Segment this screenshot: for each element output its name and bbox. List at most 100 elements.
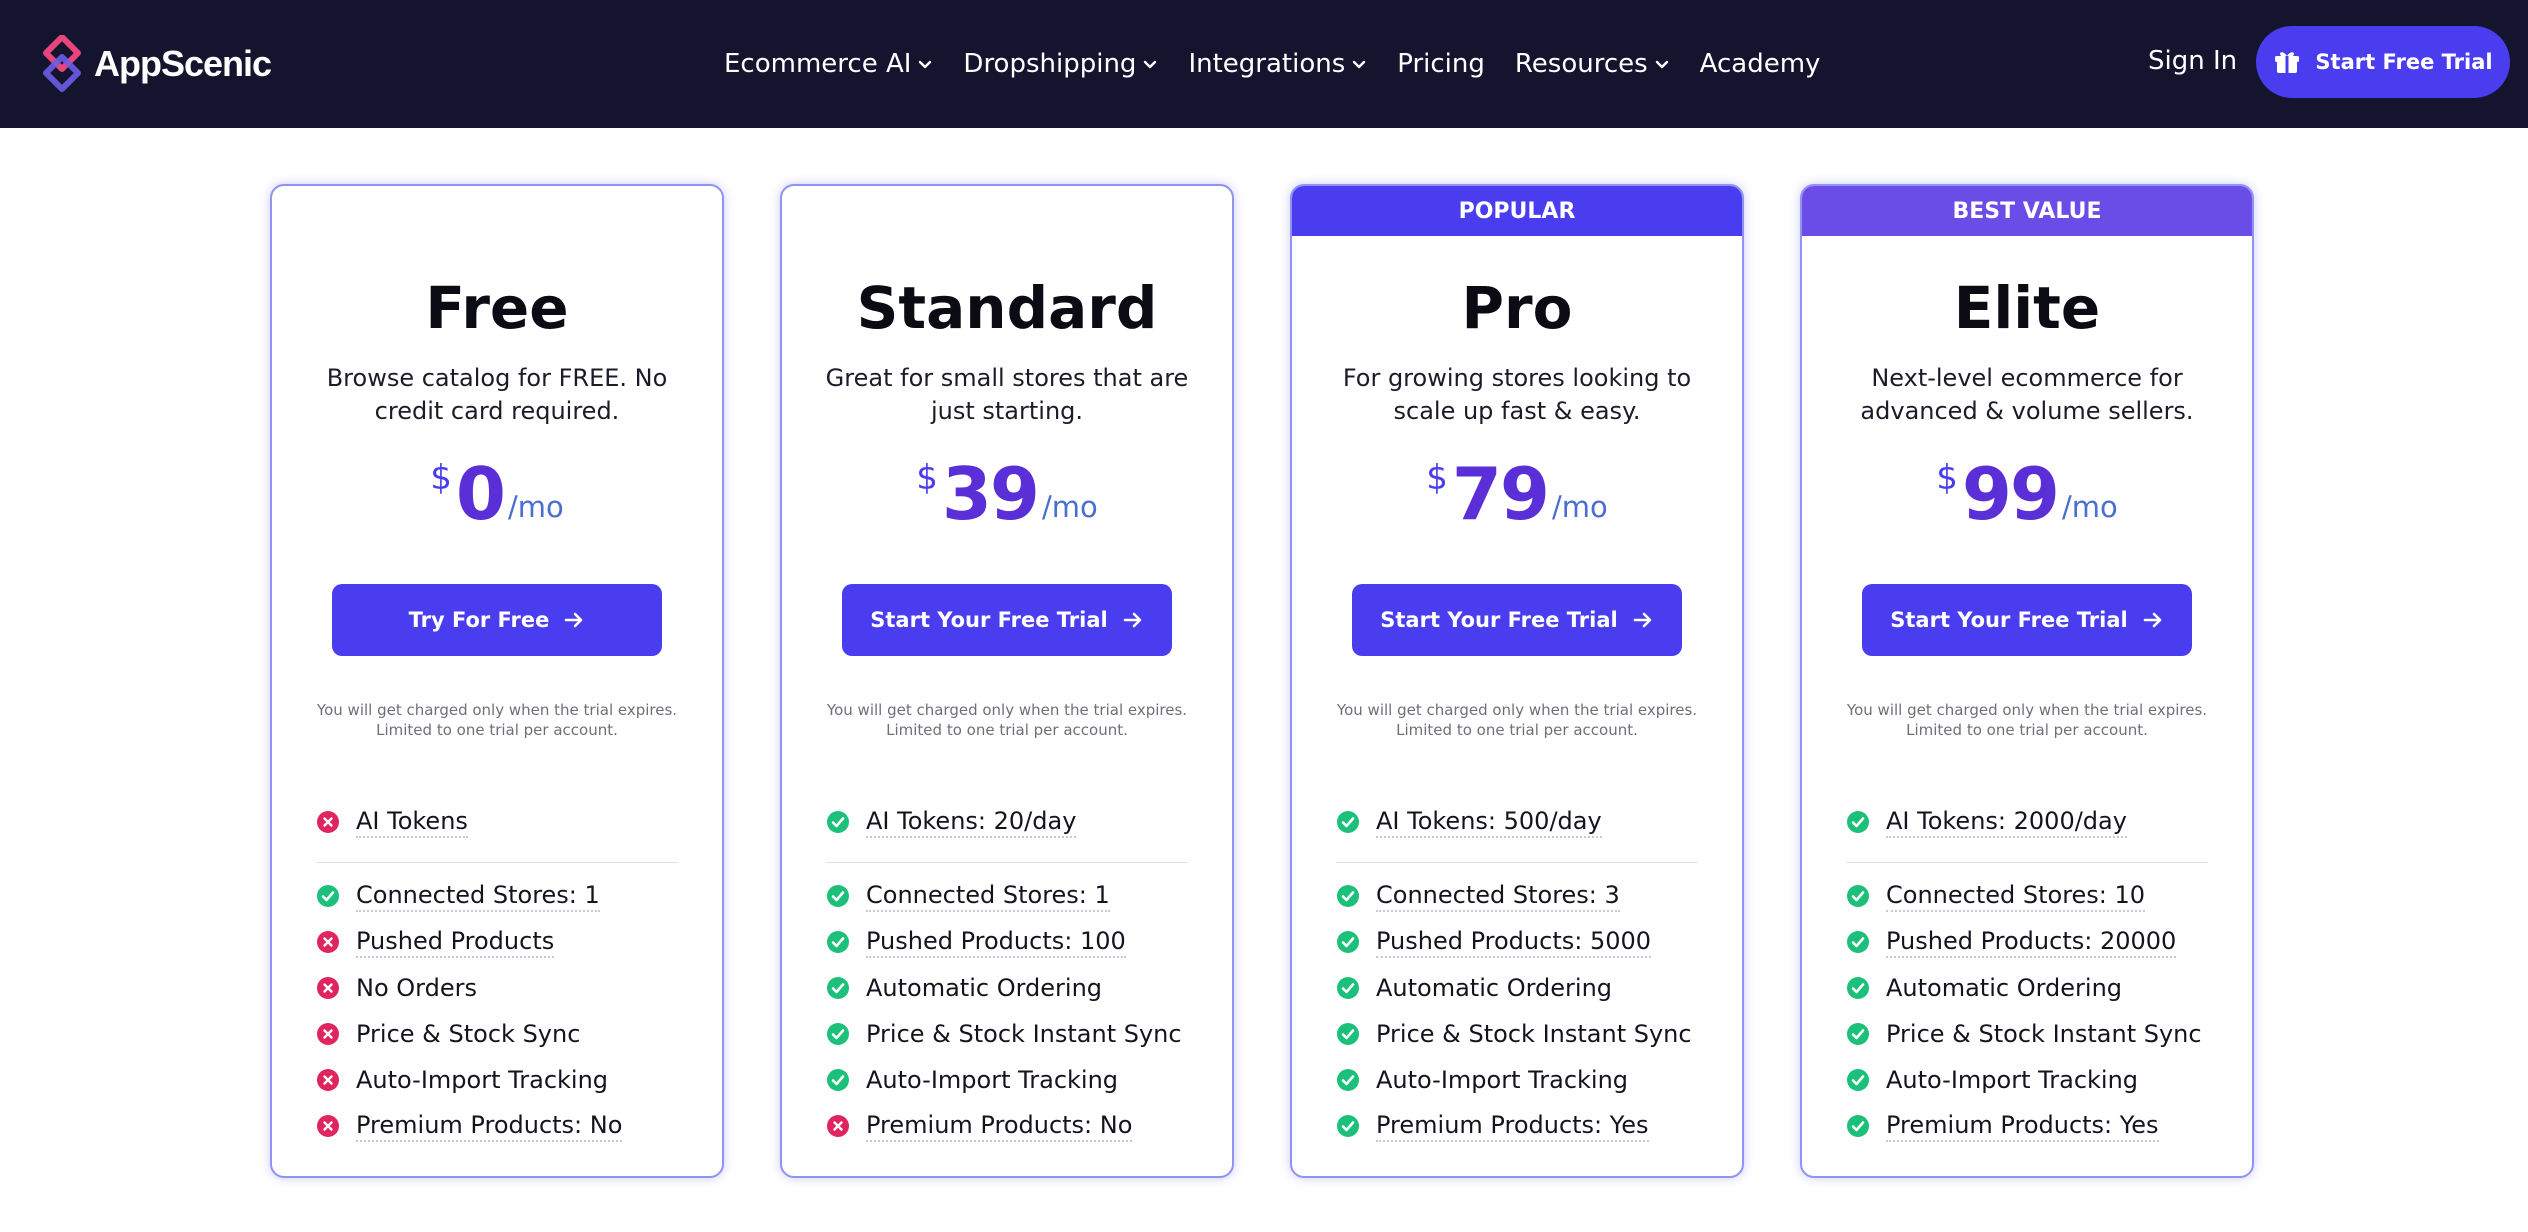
plan-standard-cta-button[interactable]: Start Your Free Trial: [842, 584, 1172, 656]
price-currency: $: [1426, 458, 1448, 498]
feature-item: Premium Products: No: [316, 1108, 623, 1144]
divider: [1336, 862, 1698, 863]
check-circle-icon: [1846, 930, 1870, 954]
feature-item: Auto-Import Tracking: [1336, 1062, 1628, 1098]
logo-text: AppScenic: [94, 43, 272, 84]
x-circle-icon: [316, 810, 340, 834]
feature-label: Auto-Import Tracking: [1886, 1065, 2139, 1094]
check-circle-icon: [1336, 930, 1360, 954]
sign-in-link[interactable]: Sign In: [2148, 46, 2237, 76]
cta-label: Start Your Free Trial: [870, 608, 1108, 632]
plan-free-card: Free Browse catalog for FREE. No credit c…: [270, 184, 724, 1178]
price-currency: $: [1936, 458, 1958, 498]
trial-note: You will get charged only when the trial…: [1336, 701, 1698, 739]
feature-label[interactable]: Connected Stores: 3: [1376, 881, 1620, 912]
feature-item: Pushed Products: 100: [826, 924, 1126, 960]
trial-note: You will get charged only when the trial…: [826, 701, 1188, 739]
feature-ai-tokens: AI Tokens: 500/day: [1336, 804, 1602, 840]
trial-note: You will get charged only when the trial…: [1846, 701, 2208, 739]
chevron-down-icon: [1144, 60, 1157, 69]
plan-name: Standard: [856, 274, 1158, 342]
arrow-right-icon: [2143, 612, 2162, 628]
nav-pricing[interactable]: Pricing: [1397, 49, 1485, 79]
feature-label[interactable]: AI Tokens: 20/day: [866, 807, 1077, 838]
chevron-down-icon: [1655, 60, 1668, 69]
feature-label: Auto-Import Tracking: [866, 1065, 1119, 1094]
plan-elite-cta-button[interactable]: Start Your Free Trial: [1862, 584, 2192, 656]
feature-label[interactable]: Premium Products: No: [356, 1111, 623, 1142]
start-free-trial-button[interactable]: Start Free Trial: [2256, 26, 2510, 98]
main-nav: Ecommerce AI Dropshipping Integrations P…: [724, 40, 1850, 88]
plan-price: $79/mo: [1292, 452, 1742, 536]
trial-note: You will get charged only when the trial…: [316, 701, 678, 739]
best-value-ribbon: BEST VALUE: [1802, 186, 2252, 236]
top-navbar: AppScenic Ecommerce AI Dropshipping Inte…: [0, 0, 2528, 128]
nav-label: Dropshipping: [963, 49, 1137, 79]
feature-label: No Orders: [356, 973, 477, 1002]
divider: [1846, 862, 2208, 863]
nav-academy[interactable]: Academy: [1700, 49, 1821, 79]
feature-label[interactable]: Pushed Products: 100: [866, 927, 1126, 958]
nav-label: Integrations: [1188, 49, 1346, 79]
price-currency: $: [430, 458, 452, 498]
feature-ai-tokens: AI Tokens: 2000/day: [1846, 804, 2127, 840]
feature-label[interactable]: Premium Products: No: [866, 1111, 1133, 1142]
nav-dropshipping[interactable]: Dropshipping: [963, 49, 1158, 79]
feature-item: Connected Stores: 1: [316, 878, 600, 914]
plan-name: Free: [425, 274, 569, 342]
x-circle-icon: [826, 1114, 850, 1138]
feature-label[interactable]: AI Tokens: 500/day: [1376, 807, 1602, 838]
feature-label: Price & Stock Instant Sync: [1376, 1019, 1692, 1048]
nav-integrations[interactable]: Integrations: [1188, 49, 1367, 79]
divider: [316, 862, 678, 863]
feature-item: Pushed Products: [316, 924, 555, 960]
check-circle-icon: [1846, 976, 1870, 1000]
feature-label: Price & Stock Sync: [356, 1019, 581, 1048]
feature-item: Auto-Import Tracking: [826, 1062, 1118, 1098]
price-period: /mo: [2062, 490, 2118, 524]
check-circle-icon: [1336, 976, 1360, 1000]
nav-ecommerce-ai[interactable]: Ecommerce AI: [724, 49, 933, 79]
feature-label[interactable]: Pushed Products: 20000: [1886, 927, 2177, 958]
popular-ribbon: POPULAR: [1292, 186, 1742, 236]
feature-item: Connected Stores: 3: [1336, 878, 1620, 914]
price-amount: 39: [941, 452, 1040, 536]
plan-free-cta-button[interactable]: Try For Free: [332, 584, 662, 656]
feature-label[interactable]: Connected Stores: 1: [866, 881, 1110, 912]
feature-label[interactable]: Premium Products: Yes: [1376, 1111, 1649, 1142]
plan-standard-card: Standard Great for small stores that are …: [780, 184, 1234, 1178]
check-circle-icon: [826, 1068, 850, 1092]
feature-label[interactable]: Connected Stores: 1: [356, 881, 600, 912]
feature-item: Price & Stock Instant Sync: [1846, 1016, 2202, 1052]
check-circle-icon: [826, 810, 850, 834]
price-amount: 79: [1451, 452, 1550, 536]
x-circle-icon: [316, 1022, 340, 1046]
logo[interactable]: AppScenic: [40, 32, 272, 96]
gift-icon: [2275, 52, 2300, 73]
nav-label: Resources: [1514, 49, 1648, 79]
arrow-right-icon: [1633, 612, 1652, 628]
feature-label[interactable]: AI Tokens: [356, 807, 468, 838]
feature-label: Automatic Ordering: [1886, 973, 2123, 1002]
feature-label: Automatic Ordering: [866, 973, 1103, 1002]
check-circle-icon: [1336, 1068, 1360, 1092]
check-circle-icon: [1336, 1022, 1360, 1046]
feature-label[interactable]: Connected Stores: 10: [1886, 881, 2146, 912]
feature-item: No Orders: [316, 970, 477, 1006]
nav-resources[interactable]: Resources: [1515, 49, 1670, 79]
cta-label: Try For Free: [408, 608, 550, 632]
feature-label[interactable]: AI Tokens: 2000/day: [1886, 807, 2127, 838]
feature-label[interactable]: Pushed Products: 5000: [1376, 927, 1652, 958]
feature-label[interactable]: Premium Products: Yes: [1886, 1111, 2159, 1142]
plan-price: $99/mo: [1802, 452, 2252, 536]
feature-label[interactable]: Pushed Products: [356, 927, 555, 958]
check-circle-icon: [1846, 1114, 1870, 1138]
feature-ai-tokens: AI Tokens: [316, 804, 468, 840]
plan-pro-cta-button[interactable]: Start Your Free Trial: [1352, 584, 1682, 656]
x-circle-icon: [316, 1114, 340, 1138]
feature-item: Automatic Ordering: [1846, 970, 2122, 1006]
cta-label: Start Your Free Trial: [1890, 608, 2128, 632]
plan-price: $39/mo: [782, 452, 1232, 536]
check-circle-icon: [1846, 1068, 1870, 1092]
plan-pro-card: POPULAR Pro For growing stores looking to …: [1290, 184, 1744, 1178]
